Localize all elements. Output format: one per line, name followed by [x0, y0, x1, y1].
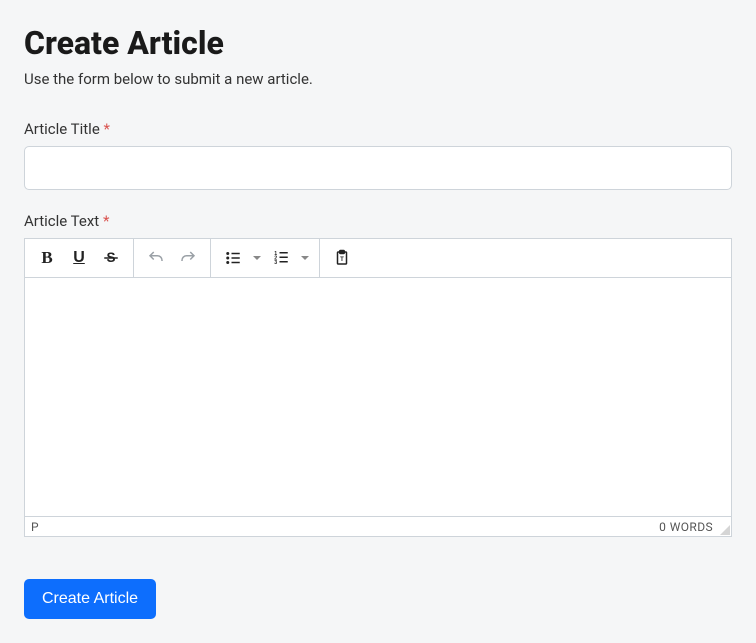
undo-icon: [147, 249, 165, 267]
article-title-field-group: Article Title *: [24, 120, 732, 190]
toolbar-group-formatting: B U S: [25, 239, 134, 277]
numbered-list-icon: 1 2 3: [272, 249, 290, 267]
chevron-down-icon: [252, 253, 262, 263]
bullet-list-icon: [224, 249, 242, 267]
svg-text:T: T: [340, 257, 344, 263]
toolbar-group-history: [134, 239, 211, 277]
redo-button[interactable]: [172, 242, 204, 274]
undo-button[interactable]: [140, 242, 172, 274]
toolbar-group-paste: T: [320, 239, 364, 277]
article-text-label-text: Article Text: [24, 212, 99, 230]
editor-toolbar: B U S: [25, 239, 731, 278]
redo-icon: [179, 249, 197, 267]
paste-as-text-button[interactable]: T: [326, 242, 358, 274]
article-title-label-text: Article Title: [24, 120, 100, 138]
bold-button[interactable]: B: [31, 242, 63, 274]
create-article-button[interactable]: Create Article: [24, 579, 156, 619]
bullet-list-dropdown[interactable]: [249, 242, 265, 274]
editor-status-bar: P 0 WORDS: [25, 516, 731, 536]
required-marker: *: [103, 212, 109, 230]
strikethrough-icon: S: [102, 249, 120, 267]
required-marker: *: [104, 120, 110, 138]
underline-button[interactable]: U: [63, 242, 95, 274]
editor-element-path[interactable]: P: [31, 520, 39, 534]
numbered-list-dropdown[interactable]: [297, 242, 313, 274]
strikethrough-button[interactable]: S: [95, 242, 127, 274]
editor-content-area[interactable]: [25, 278, 731, 516]
article-text-label: Article Text *: [24, 212, 732, 230]
page-title: Create Article: [24, 24, 732, 62]
numbered-list-split-button[interactable]: 1 2 3: [265, 242, 313, 274]
article-text-field-group: Article Text * B U S: [24, 212, 732, 537]
toolbar-group-lists: 1 2 3: [211, 239, 320, 277]
bullet-list-button[interactable]: [217, 242, 249, 274]
numbered-list-button[interactable]: 1 2 3: [265, 242, 297, 274]
editor-resize-handle[interactable]: [718, 523, 730, 535]
rich-text-editor: B U S: [24, 238, 732, 537]
paste-text-icon: T: [333, 249, 351, 267]
page-subtitle: Use the form below to submit a new artic…: [24, 70, 732, 88]
article-title-input[interactable]: [24, 146, 732, 190]
bold-icon: B: [41, 248, 52, 268]
article-title-label: Article Title *: [24, 120, 732, 138]
underline-icon: U: [73, 249, 85, 267]
chevron-down-icon: [300, 253, 310, 263]
editor-word-count[interactable]: 0 WORDS: [659, 520, 713, 534]
bullet-list-split-button[interactable]: [217, 242, 265, 274]
svg-text:3: 3: [274, 260, 277, 266]
